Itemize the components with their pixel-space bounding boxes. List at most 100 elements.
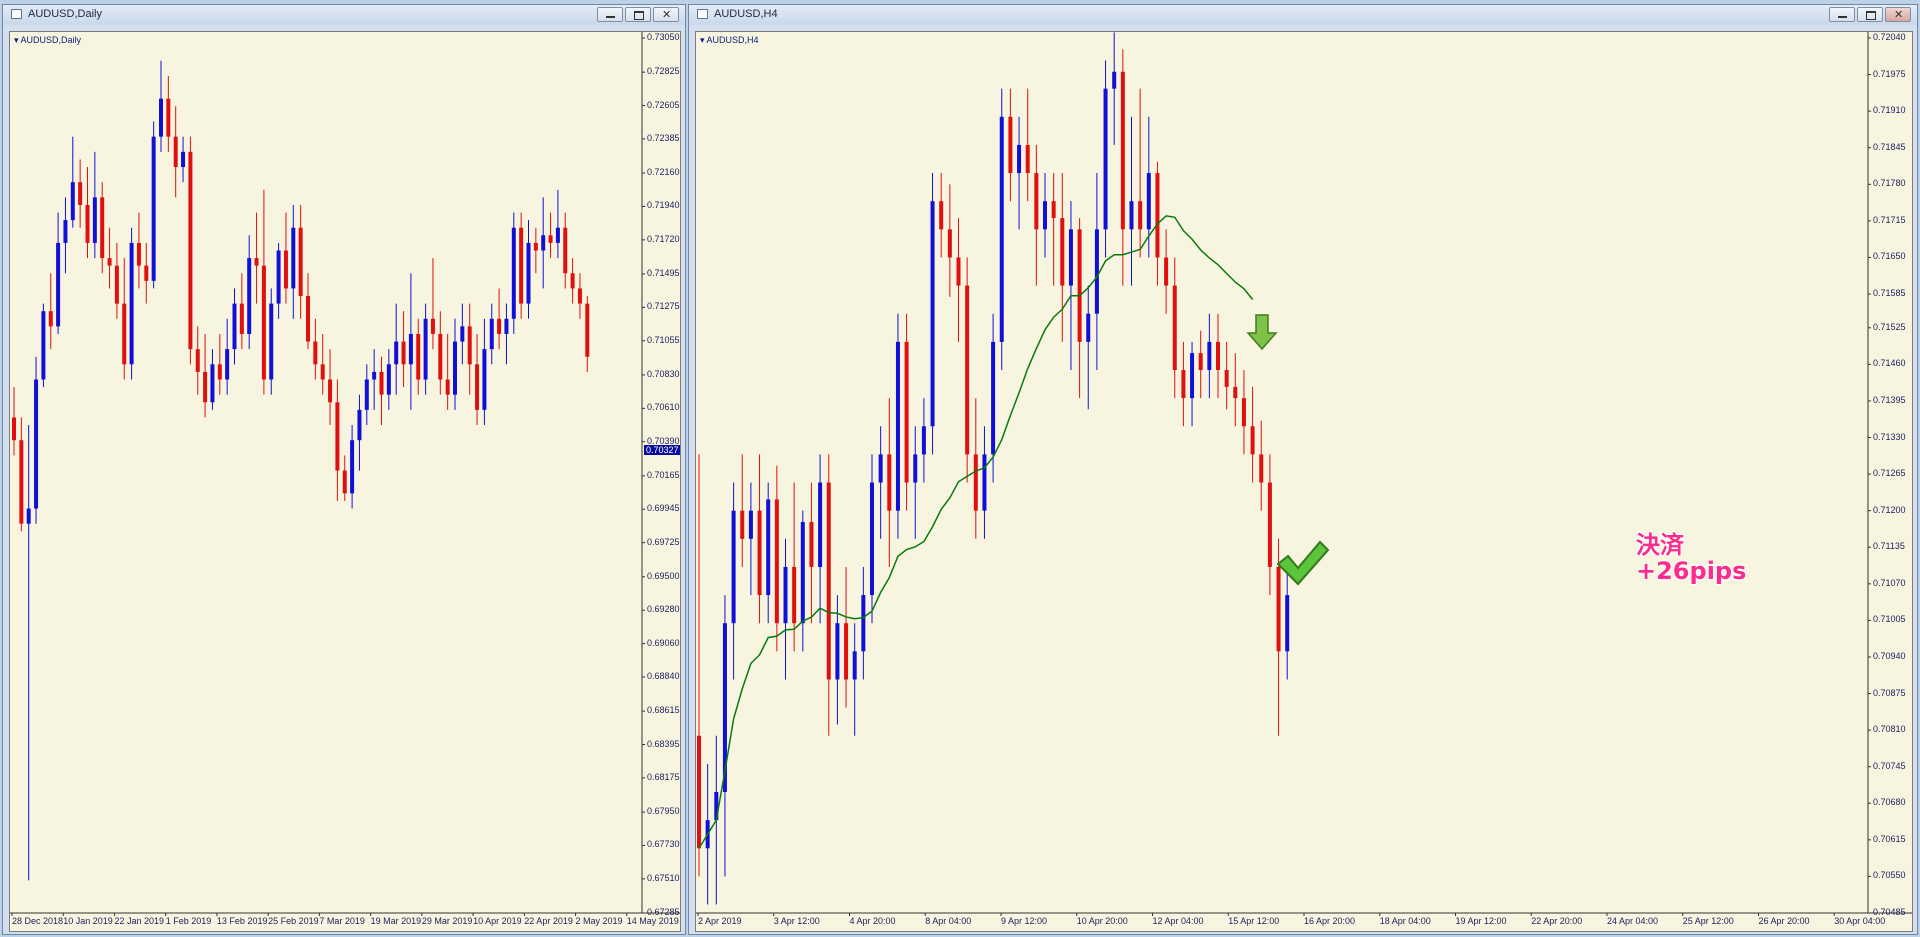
candle (151, 121, 156, 289)
candle (1094, 173, 1099, 370)
candle (731, 482, 736, 680)
x-axis-tick-label: 22 Jan 2019 (114, 916, 164, 926)
candle (12, 387, 16, 456)
candle (482, 318, 487, 426)
candle (401, 311, 406, 388)
x-axis-tick-label: 14 May 2019 (626, 916, 679, 926)
candle (1086, 285, 1091, 410)
window-titlebar[interactable]: AUDUSD,Daily ✕ (3, 5, 685, 25)
candle (78, 159, 83, 228)
y-axis-tick-label: 0.67730 (647, 839, 680, 850)
y-axis-tick-label: 0.69500 (647, 570, 680, 581)
y-axis-tick-label: 0.68395 (647, 738, 680, 749)
candle (1008, 88, 1013, 202)
candle (34, 356, 39, 524)
candle (423, 303, 428, 395)
candle (1259, 420, 1264, 511)
candle (1267, 454, 1272, 596)
y-axis-tick-label: 0.71070 (1873, 577, 1906, 588)
candle (181, 136, 186, 183)
window-titlebar[interactable]: AUDUSD,H4 ✕ (689, 5, 1917, 25)
candle (335, 379, 340, 501)
candle (239, 273, 244, 350)
h4-chart-area[interactable]: ▾ AUDUSD,H4 決済 +26pips 0.72040 0.71975 0.7… (695, 31, 1913, 932)
x-axis-tick-label: 10 Apr 20:00 (1076, 916, 1128, 926)
candle (519, 212, 524, 319)
candle (956, 218, 961, 342)
candle (878, 426, 883, 539)
candle (783, 538, 788, 680)
x-axis-tick-label: 10 Jan 2019 (63, 916, 113, 926)
y-axis-tick-label: 0.69280 (647, 604, 680, 615)
candle (19, 417, 24, 532)
x-axis-tick-label: 13 Feb 2019 (216, 916, 268, 926)
restore-button[interactable] (625, 7, 651, 22)
close-button[interactable]: ✕ (1885, 7, 1911, 22)
x-axis-tick-label: 29 Mar 2019 (421, 916, 473, 926)
h4-chart-window[interactable]: AUDUSD,H4 ✕ ▾ AUDUSD,H4 決済 +26pips 0.720… (688, 4, 1918, 935)
close-button[interactable]: ✕ (653, 7, 679, 22)
candle (225, 318, 230, 395)
candle (722, 595, 727, 877)
candle (852, 623, 857, 736)
y-axis-tick-label: 0.71975 (1873, 68, 1906, 79)
candle (92, 151, 97, 259)
check-mark-icon (1276, 540, 1330, 586)
chart-window-icon (11, 9, 22, 19)
daily-chart-area[interactable]: ▾ AUDUSD,Daily 0.73050 0.72825 0.72605 0.72… (9, 31, 681, 932)
candle (930, 173, 935, 455)
candle (1025, 88, 1030, 202)
y-axis-tick-label: 0.72825 (647, 66, 680, 77)
candle (438, 311, 443, 395)
chart-window-icon (697, 9, 708, 19)
candle (748, 482, 753, 596)
candle (144, 242, 149, 304)
candle (1120, 49, 1125, 286)
x-axis-tick-label: 16 Apr 20:00 (1304, 916, 1356, 926)
minimize-button[interactable] (597, 7, 623, 22)
minimize-button[interactable] (1829, 7, 1855, 22)
candle (195, 326, 200, 395)
candle (1164, 229, 1169, 314)
candle (247, 235, 252, 350)
candle (541, 197, 546, 289)
y-axis-tick-label: 0.72385 (647, 132, 680, 143)
x-axis-tick-label: 9 Apr 12:00 (1001, 916, 1048, 926)
candle (328, 349, 333, 426)
candle (136, 212, 141, 289)
candle (1068, 201, 1073, 370)
y-axis-tick-label: 0.71275 (647, 301, 680, 312)
y-axis-tick-label: 0.71780 (1873, 178, 1906, 189)
candle (475, 333, 480, 426)
candle (1112, 32, 1117, 145)
candle (1276, 538, 1281, 736)
y-axis-tick-label: 0.71265 (1873, 468, 1906, 479)
y-axis-tick-label: 0.71395 (1873, 394, 1906, 405)
candle (1190, 341, 1195, 427)
y-axis-tick-label: 0.71055 (647, 334, 680, 345)
candle (826, 454, 831, 736)
candle (1043, 173, 1047, 258)
candle (1250, 386, 1255, 483)
x-axis-tick-label: 7 Mar 2019 (319, 916, 365, 926)
candle (504, 303, 509, 365)
candle (166, 75, 171, 152)
y-axis-tick-label: 0.71460 (1873, 358, 1906, 369)
candle (921, 398, 926, 483)
candle (913, 426, 918, 539)
candle (254, 212, 259, 304)
y-axis-tick-label: 0.70610 (647, 402, 680, 413)
x-axis-tick-label: 10 Apr 2019 (473, 916, 522, 926)
candle (577, 273, 582, 319)
candle (904, 313, 909, 511)
restore-button[interactable] (1857, 7, 1883, 22)
candle (188, 136, 193, 365)
candle (298, 204, 303, 319)
x-axis-tick-label: 25 Apr 12:00 (1682, 916, 1734, 926)
x-axis-tick-label: 4 Apr 20:00 (849, 916, 896, 926)
candle (26, 425, 31, 881)
x-axis-tick-label: 18 Apr 04:00 (1379, 916, 1431, 926)
candle (159, 60, 163, 152)
candle (1051, 173, 1056, 286)
daily-chart-window[interactable]: AUDUSD,Daily ✕ ▾ AUDUSD,Daily 0.73050 0.7… (2, 4, 686, 935)
